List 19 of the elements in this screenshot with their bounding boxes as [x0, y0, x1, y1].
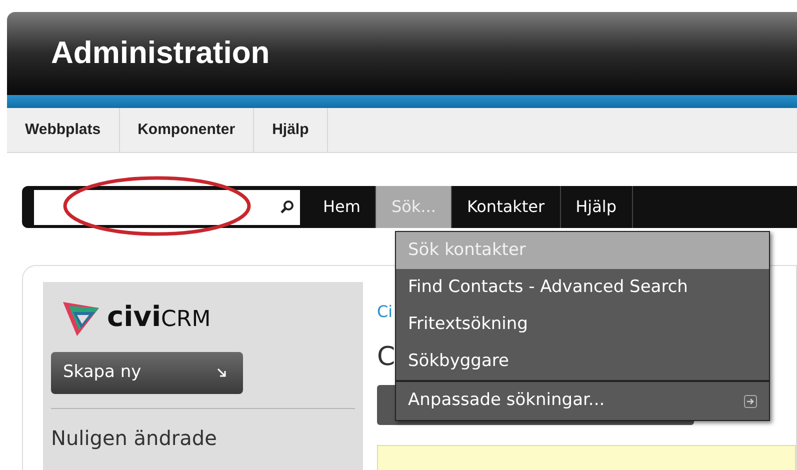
submenu-icon [744, 394, 757, 408]
nav-tab[interactable]: Kontakter [452, 186, 561, 228]
create-button[interactable]: Skapa ny [51, 352, 243, 394]
admin-menu-item[interactable]: Hjälp [254, 108, 328, 152]
menu-item[interactable]: Anpassade sökningar... [396, 380, 769, 420]
nav-tab[interactable]: Hjälp [560, 186, 632, 228]
search-icon [280, 200, 294, 214]
page-heading: C [377, 341, 396, 374]
logo-text: civiCRM [107, 299, 211, 335]
breadcrumb-link[interactable]: Ci [377, 302, 393, 321]
menu-item[interactable]: Sökbyggare [396, 343, 769, 380]
menu-item[interactable]: Find Contacts - Advanced Search [396, 269, 769, 306]
admin-menu-item[interactable]: Webbplats [7, 108, 120, 152]
page-title: Administration [51, 34, 270, 72]
menu-item[interactable]: Fritextsökning [396, 306, 769, 343]
search-field[interactable] [34, 190, 300, 224]
arrow-icon [217, 368, 227, 378]
section-title: Nuligen ändrade [51, 425, 218, 452]
admin-menu-item[interactable]: Komponenter [120, 108, 254, 152]
